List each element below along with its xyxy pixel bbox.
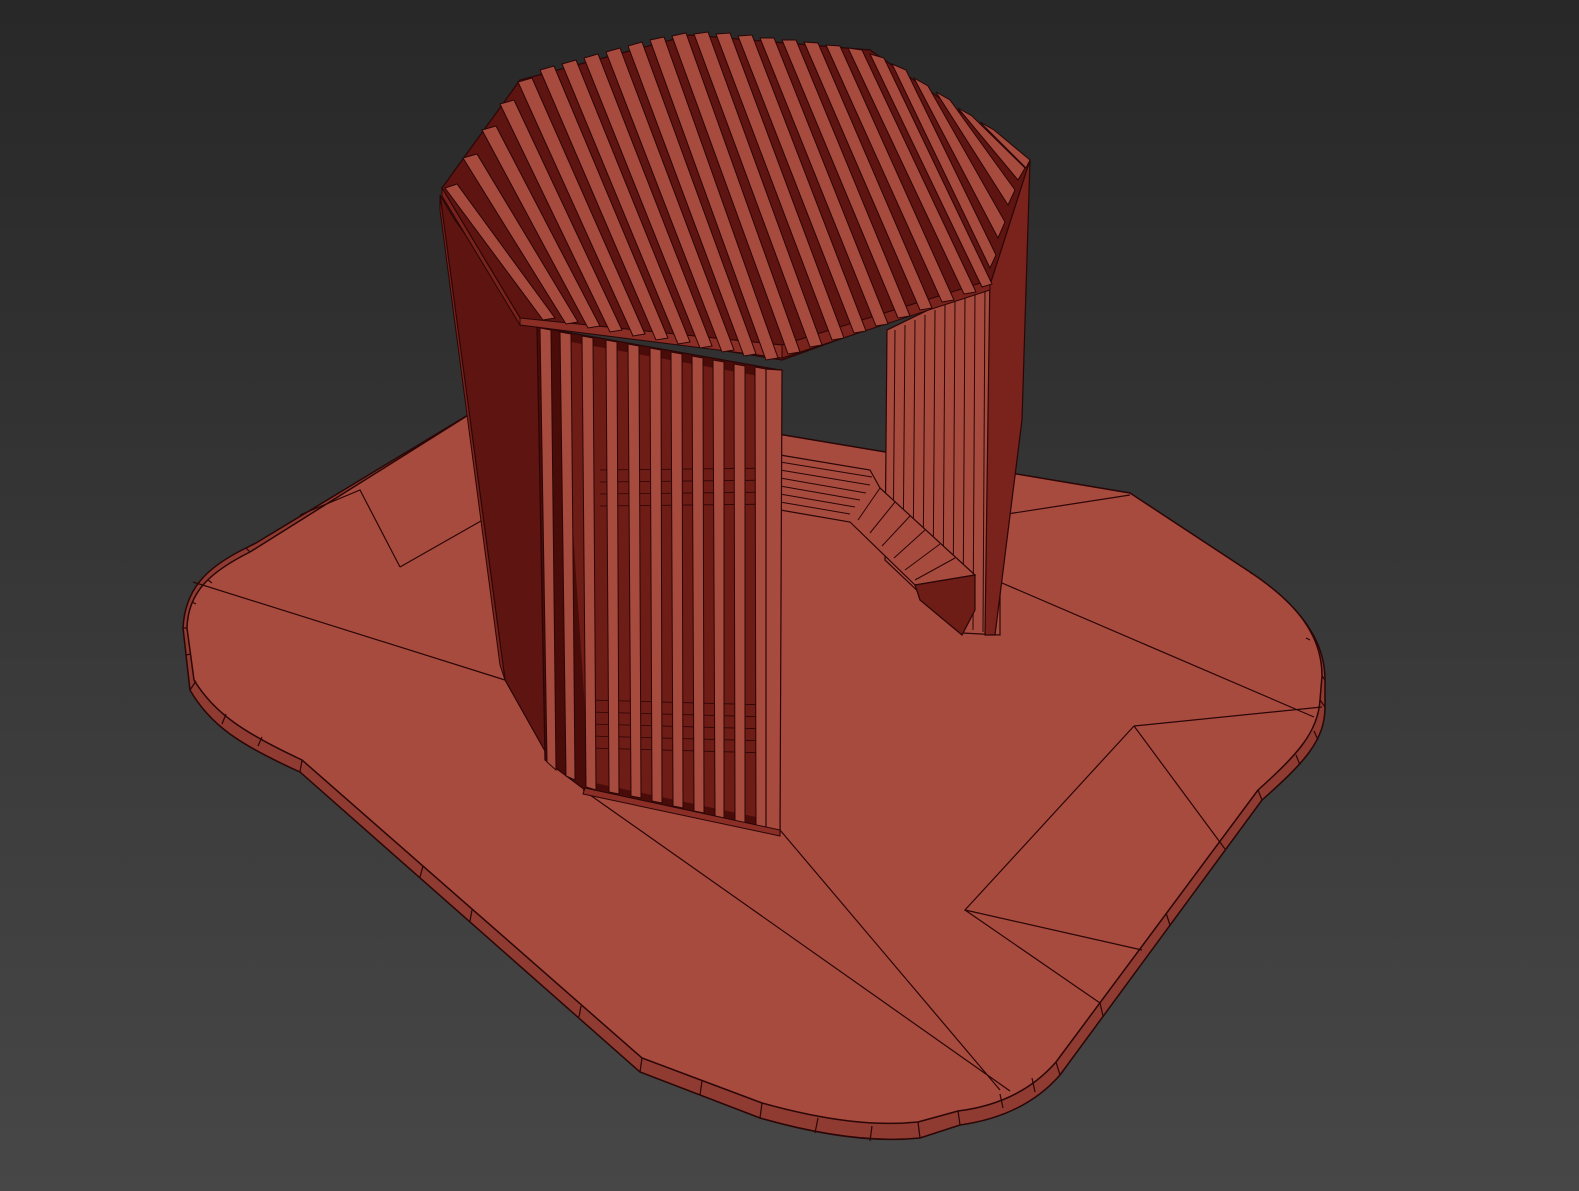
front-slat-wall[interactable] <box>536 326 783 837</box>
viewport-scene[interactable] <box>0 0 1579 1191</box>
3d-viewport[interactable] <box>0 0 1579 1191</box>
